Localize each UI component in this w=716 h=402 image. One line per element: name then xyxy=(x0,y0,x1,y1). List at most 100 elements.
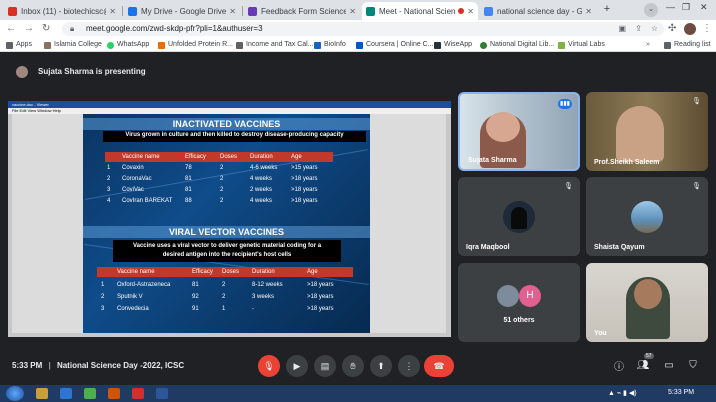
participant-face xyxy=(634,279,662,309)
google-meet-icon xyxy=(366,6,375,16)
islamia-college-icon xyxy=(44,41,51,49)
others-count: 51 others xyxy=(503,317,535,324)
chrome-taskbar-icon[interactable] xyxy=(84,388,96,399)
present-now-button[interactable]: ⬆︎ xyxy=(370,355,392,377)
participant-avatar xyxy=(497,285,519,307)
participant-tile-iqra-maqbool[interactable]: 🎙︎ Iqra Maqbool xyxy=(458,177,580,256)
close-icon[interactable]: ✕ xyxy=(585,7,592,16)
close-icon[interactable]: ✕ xyxy=(349,7,356,16)
host-controls-button[interactable]: ⛉ xyxy=(686,358,700,372)
participant-name: You xyxy=(594,330,607,337)
participant-name: Shaista Qayum xyxy=(594,244,645,251)
participant-avatar xyxy=(503,201,535,233)
participant-tile-shaista-qayum[interactable]: 🎙︎ Shaista Qayum xyxy=(586,177,708,256)
browser-tab-strip: Inbox (11) - biotechicsc@gma ✕ My Drive … xyxy=(0,0,716,20)
bookmark-coursera[interactable]: Coursera | Online C... xyxy=(356,40,434,50)
address-bar[interactable]: 🔒︎ meet.google.com/zwd-skdp-pfr?pli=1&au… xyxy=(62,22,664,36)
profile-avatar[interactable] xyxy=(684,23,696,35)
bookmark-bioinfo[interactable]: BioInfo xyxy=(314,40,346,50)
browser-menu-icon[interactable]: ⋮ xyxy=(702,23,712,35)
new-tab-icon[interactable]: + xyxy=(600,3,614,17)
bookmark-star-icon[interactable]: ☆ xyxy=(651,22,658,36)
participant-tile-you[interactable]: You xyxy=(586,263,708,342)
windows-start-icon[interactable] xyxy=(6,386,24,401)
present-screen-icon: ⬆︎ xyxy=(377,360,385,371)
tab-meet[interactable]: Meet - National Science ✕ xyxy=(362,2,478,20)
table-header: Vaccine name Efficacy Doses Duration Age xyxy=(97,267,353,277)
document-margin-left xyxy=(12,114,83,333)
bookmark-income-tax[interactable]: Income and Tax Cal... xyxy=(236,40,314,50)
bookmark-wiseapp[interactable]: WiseApp xyxy=(434,40,472,50)
internet-explorer-icon[interactable] xyxy=(60,388,72,399)
bookmark-unfolded-protein[interactable]: Unfolded Protein R... xyxy=(158,40,233,50)
reading-list[interactable]: Reading list xyxy=(664,40,711,50)
table-row: 2 Sputnik V 92 2 3 weeks >18 years xyxy=(101,293,334,300)
close-window-icon[interactable]: ✕ xyxy=(700,2,708,13)
back-icon[interactable]: ← xyxy=(6,23,16,35)
people-icon: 👥︎ xyxy=(636,359,650,371)
income-tax-icon xyxy=(236,41,243,49)
close-icon[interactable]: ✕ xyxy=(229,7,236,16)
presenter-avatar xyxy=(16,66,28,78)
participant-face xyxy=(486,112,520,142)
participant-tile-sujata-sharma[interactable]: ▮▮▮ Sujata Sharma xyxy=(458,92,580,171)
table-row: 4 CovIran BAREKAT 88 2 4 weeks >18 years xyxy=(107,197,318,204)
tab-google-search[interactable]: national science day - Google ✕ xyxy=(480,2,596,20)
wiseapp-icon xyxy=(434,41,441,49)
mic-toggle-button[interactable]: 🎙︎ xyxy=(258,355,280,377)
hand-icon: ✋︎ xyxy=(350,360,356,371)
share-icon[interactable]: ⇪ xyxy=(635,22,642,36)
extensions-icon[interactable]: ✣ xyxy=(668,23,676,35)
bookmark-whatsapp[interactable]: WhatsApp xyxy=(107,40,149,50)
file-explorer-icon[interactable] xyxy=(36,388,48,399)
chat-icon: ▭ xyxy=(664,359,674,371)
url-text: meet.google.com/zwd-skdp-pfr?pli=1&authu… xyxy=(86,24,263,33)
people-button[interactable]: 👥︎ 57 xyxy=(636,353,654,372)
bookmark-virtual-labs[interactable]: Virtual Labs xyxy=(558,40,605,50)
forward-icon[interactable]: → xyxy=(24,23,34,35)
participant-avatar xyxy=(631,201,663,233)
taskbar-clock: 5:33 PM xyxy=(668,389,695,396)
tab-divider xyxy=(122,6,123,16)
maximize-icon[interactable]: ❐ xyxy=(682,2,690,13)
mic-off-icon: 🎙︎ xyxy=(263,360,275,371)
acrobat-icon[interactable] xyxy=(132,388,144,399)
chat-button[interactable]: ▭ xyxy=(662,358,676,372)
meeting-details: 5:33 PM | National Science Day -2022, IC… xyxy=(12,361,185,370)
bookmark-islamia-college[interactable]: Islamia College xyxy=(44,40,102,50)
participant-count-badge: 57 xyxy=(644,353,654,359)
camera-toggle-button[interactable]: ▶︎ xyxy=(286,355,308,377)
tab-feedback-form[interactable]: Feedback Form Science Day -2 ✕ xyxy=(244,2,360,20)
tab-title: national science day - Google xyxy=(497,6,583,16)
meeting-info-button[interactable]: ⓘ xyxy=(612,358,626,373)
tab-title: My Drive - Google Drive xyxy=(141,6,227,16)
tab-search-icon[interactable]: ⌄ xyxy=(644,3,658,17)
bookmark-apps[interactable]: Apps xyxy=(6,40,32,50)
mic-off-icon: 🎙︎ xyxy=(564,183,573,190)
reload-icon[interactable]: ↻ xyxy=(42,23,50,35)
presenter-banner: Sujata Sharma is presenting xyxy=(38,67,146,76)
close-icon[interactable]: ✕ xyxy=(467,7,474,16)
word-icon[interactable] xyxy=(156,388,168,399)
leave-call-button[interactable]: ☎︎ xyxy=(424,355,454,377)
raise-hand-button[interactable]: ✋︎ xyxy=(342,355,364,377)
bookmark-national-digital-library[interactable]: National Digital Lib... xyxy=(480,40,554,50)
captions-button[interactable]: ▤ xyxy=(314,355,336,377)
powerpoint-icon[interactable] xyxy=(108,388,120,399)
inactivated-vaccines-title: INACTIVATED VACCINES xyxy=(172,119,281,129)
recording-indicator-icon xyxy=(458,8,465,14)
meeting-time: 5:33 PM xyxy=(12,361,43,370)
tab-gmail[interactable]: Inbox (11) - biotechicsc@gma ✕ xyxy=(4,2,120,20)
lock-icon: 🔒︎ xyxy=(70,24,75,33)
participant-tile-prof-sheikh-saleem[interactable]: 🎙︎ Prof.Sheikh Saleem xyxy=(586,92,708,171)
participant-tile-others[interactable]: H 51 others xyxy=(458,263,580,342)
close-icon[interactable]: ✕ xyxy=(109,7,116,16)
more-bookmarks-icon[interactable]: » xyxy=(646,40,650,50)
unfolded-protein-icon xyxy=(158,41,165,49)
google-drive-icon xyxy=(128,6,137,16)
more-options-button[interactable]: ⋮ xyxy=(398,355,420,377)
camera-icon[interactable]: ▣ xyxy=(618,22,626,36)
tab-google-drive[interactable]: My Drive - Google Drive ✕ xyxy=(124,2,240,20)
google-forms-icon xyxy=(248,6,257,16)
minimize-icon[interactable]: — xyxy=(666,2,675,12)
